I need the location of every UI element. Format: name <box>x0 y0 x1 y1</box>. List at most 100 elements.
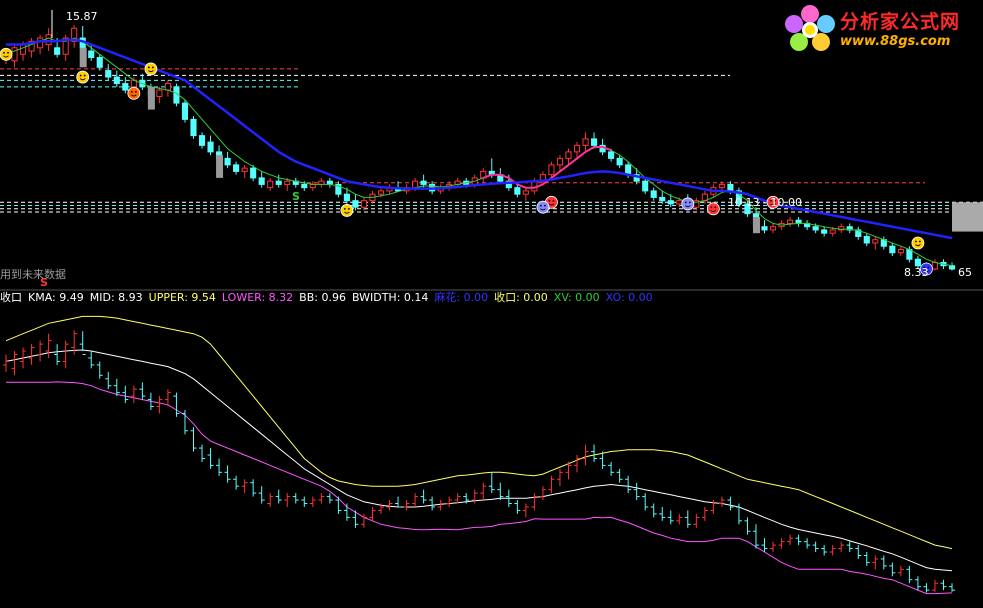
ohlc-bar <box>625 475 632 494</box>
band-line-upper <box>5 315 953 550</box>
signal-bar <box>79 47 87 68</box>
candle <box>318 177 325 188</box>
candle <box>113 70 120 87</box>
smiley-icon <box>706 202 720 216</box>
ohlc-bar <box>846 541 853 553</box>
ohlc-bar <box>838 541 845 553</box>
ohlc-bar <box>821 545 828 556</box>
ohlc-bar <box>931 579 938 592</box>
candle <box>897 246 904 256</box>
ohlc-bar <box>676 513 683 525</box>
candle <box>761 220 768 234</box>
ohlc-bar <box>326 493 333 504</box>
ohlc-bar <box>156 396 163 414</box>
ohlc-bar <box>28 344 35 365</box>
signal-s-label: S <box>292 190 300 203</box>
smiley-icon <box>76 70 90 84</box>
smiley-icon <box>536 200 550 214</box>
candle <box>207 135 214 156</box>
ohlc-bar <box>122 385 129 404</box>
ohlc-bar <box>62 340 69 369</box>
candle <box>872 236 879 250</box>
ohlc-bar <box>761 538 768 553</box>
ohlc-bar <box>940 579 947 591</box>
ohlc-bar <box>454 493 461 504</box>
ohlc-bar <box>727 496 734 511</box>
candle <box>198 132 206 149</box>
smiley-icon <box>127 86 141 100</box>
signal-bar <box>216 155 224 178</box>
candle <box>642 177 649 195</box>
smiley-icon <box>911 236 925 250</box>
candle <box>821 226 828 237</box>
ohlc-bar <box>292 493 299 504</box>
ohlc-bar <box>284 493 291 507</box>
ohlc-bar <box>829 545 836 556</box>
indicator-shoukou: 收口: 0.00 <box>494 291 548 304</box>
ohlc-bar <box>693 513 700 528</box>
ohlc-bar <box>369 506 376 521</box>
ohlc-bar <box>659 506 666 521</box>
ohlc-bar <box>173 392 180 417</box>
candle <box>233 161 240 175</box>
candle <box>855 226 862 240</box>
indicator-xv: XV: 0.00 <box>553 291 600 304</box>
ohlc-bar <box>556 468 563 487</box>
grey-block <box>952 202 983 232</box>
ohlc-bar <box>45 333 52 358</box>
candle <box>352 194 359 211</box>
indicator-name: 收口 <box>0 291 22 304</box>
candle <box>139 73 146 91</box>
candle <box>582 132 589 152</box>
candle <box>846 223 853 234</box>
logo-url: www.88gs.com <box>840 34 951 49</box>
candle <box>122 77 129 94</box>
ohlc-bar <box>914 576 921 591</box>
ohlc-bar <box>804 538 811 549</box>
ohlc-bar <box>488 472 495 494</box>
ohlc-bar <box>770 541 777 553</box>
ohlc-bar <box>633 482 640 501</box>
ohlc-bar <box>650 503 657 518</box>
ohlc-bar <box>105 371 112 390</box>
signal-bar <box>752 216 760 234</box>
indicator-bb: BB: 0.96 <box>299 291 346 304</box>
ohlc-bar <box>96 361 103 379</box>
candle <box>386 184 393 195</box>
ohlc-bar <box>395 496 402 508</box>
ohlc-bar <box>446 496 453 507</box>
ohlc-bar <box>233 475 240 490</box>
ohlc-bar <box>429 496 436 511</box>
ohlc-bar <box>199 444 206 462</box>
ohlc-bar <box>701 506 708 521</box>
ohlc-bar <box>437 500 444 511</box>
band-line-lower <box>6 381 953 595</box>
candle <box>224 151 231 169</box>
ohlc-bar <box>250 479 257 497</box>
band-line-mid <box>5 349 953 572</box>
ohlc-bar <box>420 489 427 504</box>
ohlc-bar <box>522 503 529 518</box>
ohlc-bar <box>812 541 819 553</box>
ohlc-bar <box>872 555 879 570</box>
ohlc-bar <box>514 500 521 514</box>
signal-bar <box>147 86 155 110</box>
ohlc-bar <box>667 510 674 525</box>
indicator-mid: MID: 8.93 <box>89 291 143 304</box>
ohlc-bar <box>855 545 862 559</box>
ohlc-bar <box>480 482 487 501</box>
range-label: 10.13 - 10.00 <box>728 196 802 209</box>
ohlc-bar <box>531 493 538 511</box>
ohlc-bar <box>616 468 623 483</box>
indicator-kma: KMA: 9.49 <box>28 291 84 304</box>
ohlc-bar <box>744 517 751 535</box>
indicator-lower: LOWER: 8.32 <box>221 291 294 304</box>
ohlc-bar <box>79 331 86 356</box>
main-price-panel <box>0 25 983 272</box>
ohlc-bar <box>403 500 410 511</box>
ohlc-bar <box>608 461 615 476</box>
candle <box>28 38 35 58</box>
ohlc-bar <box>582 444 589 466</box>
ohlc-bar <box>267 493 274 507</box>
ohlc-bar <box>539 486 546 501</box>
